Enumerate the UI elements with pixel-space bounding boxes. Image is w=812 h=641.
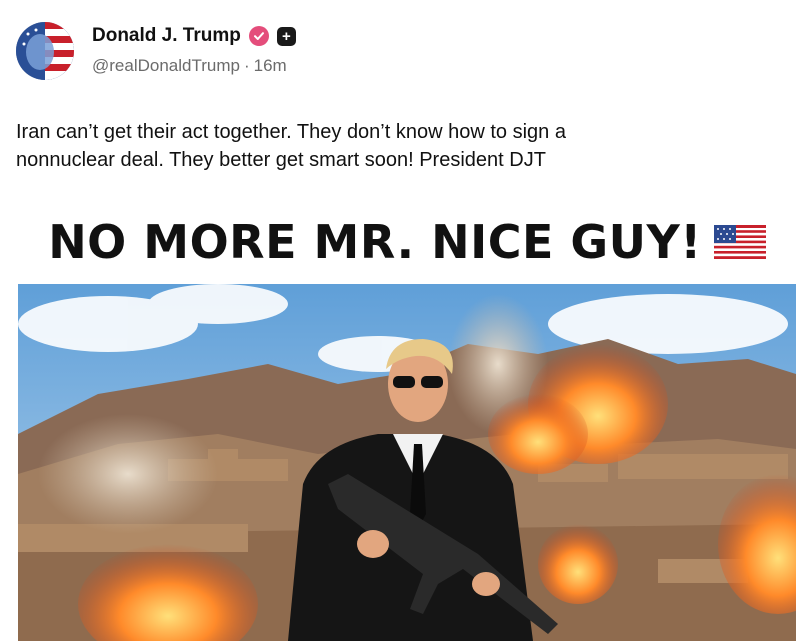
verified-check-icon xyxy=(248,26,269,46)
post-media[interactable]: NO MORE MR. NICE GUY! xyxy=(18,196,796,641)
handle-row: @realDonaldTrump · 16m xyxy=(92,56,296,76)
plus-badge-icon: + xyxy=(276,26,296,46)
post-text: Iran can’t get their act together. They … xyxy=(16,121,566,171)
post-time[interactable]: 16m xyxy=(254,56,287,76)
display-name[interactable]: Donald J. Trump xyxy=(92,25,241,47)
media-banner: NO MORE MR. NICE GUY! xyxy=(18,196,796,288)
us-flag-icon xyxy=(713,225,766,259)
avatar[interactable] xyxy=(16,22,74,80)
post-header: Donald J. Trump + @realDonaldTrump · 16m xyxy=(16,18,796,82)
name-row: Donald J. Trump + xyxy=(92,24,296,48)
time-separator: · xyxy=(243,56,250,75)
handle[interactable]: @realDonaldTrump xyxy=(92,56,240,76)
author-block: Donald J. Trump + @realDonaldTrump · 16m xyxy=(92,24,296,76)
avatar-image xyxy=(16,22,74,80)
post-image[interactable] xyxy=(18,284,796,641)
banner-text: NO MORE MR. NICE GUY! xyxy=(48,215,702,269)
